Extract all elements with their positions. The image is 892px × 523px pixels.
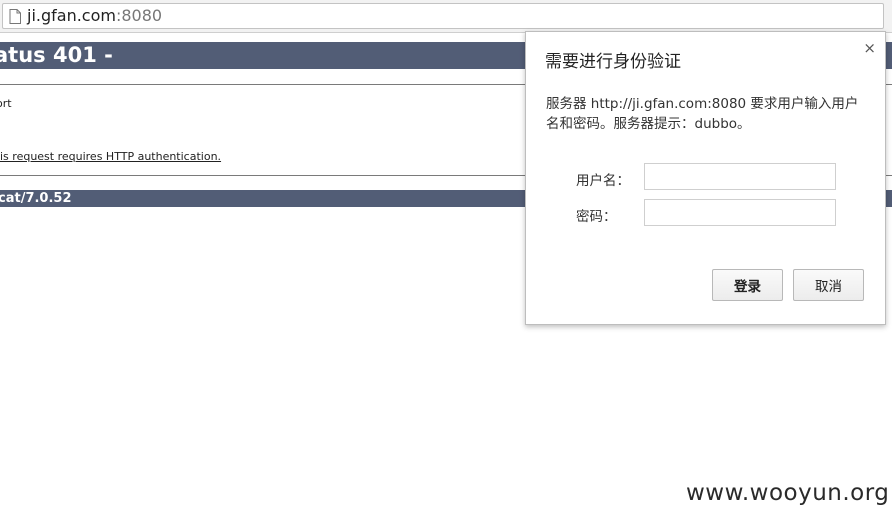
type-text: ort [0,97,12,110]
url-port: :8080 [115,6,163,25]
auth-dialog: 需要进行身份验证 × 服务器 http://ji.gfan.com:8080 要… [525,31,886,325]
browser-address-bar: ji.gfan.com:8080 [0,0,892,33]
login-button[interactable]: 登录 [712,269,783,301]
page-icon [9,9,21,24]
password-field[interactable] [644,199,836,226]
cancel-button[interactable]: 取消 [793,269,864,301]
watermark: www.wooyun.org [686,480,890,506]
username-field[interactable] [644,163,836,190]
url-field[interactable]: ji.gfan.com:8080 [2,3,884,29]
close-icon[interactable]: × [863,40,876,56]
description-text: is request requires HTTP authentication. [0,150,222,163]
password-label: 密码： [576,209,617,225]
dialog-title: 需要进行身份验证 [545,52,681,72]
url-host: ji.gfan.com [27,6,116,25]
dialog-message: 服务器 http://ji.gfan.com:8080 要求用户输入用户名和密码… [546,96,859,132]
username-label: 用户名： [576,173,630,189]
url-text: ji.gfan.com:8080 [27,7,162,25]
